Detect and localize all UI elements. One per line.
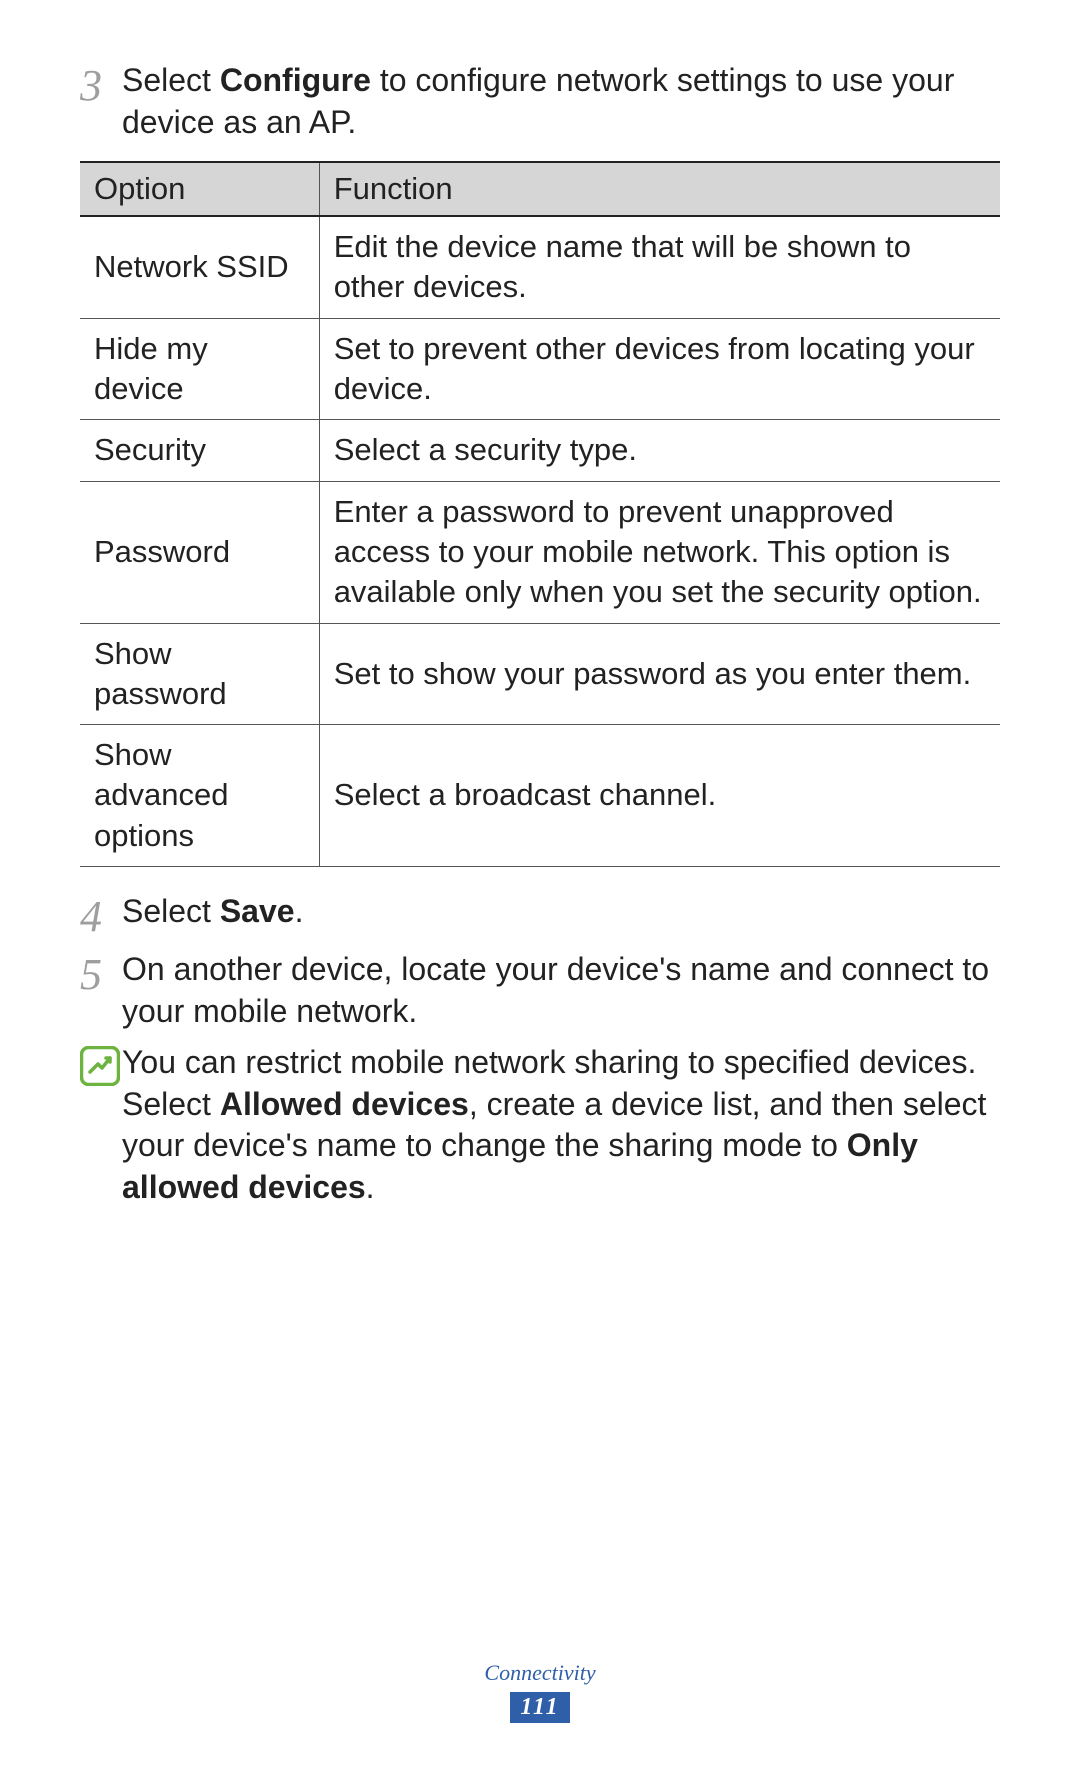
step-text: On another device, locate your device's … <box>122 949 1000 1032</box>
footer-page-number: 111 <box>510 1692 569 1723</box>
step-text: Select Save. <box>122 891 1000 933</box>
note-icon <box>80 1046 122 1091</box>
text-fragment: . <box>295 893 304 929</box>
cell-function: Edit the device name that will be shown … <box>319 216 1000 318</box>
step-3: 3 Select Configure to configure network … <box>80 60 1000 143</box>
cell-option: Password <box>80 481 319 623</box>
options-table: Option Function Network SSID Edit the de… <box>80 161 1000 867</box>
table-row: Network SSID Edit the device name that w… <box>80 216 1000 318</box>
text-fragment: Select <box>122 62 220 98</box>
cell-option: Hide my device <box>80 318 319 420</box>
bold-save: Save <box>220 893 295 929</box>
table-row: Show password Set to show your password … <box>80 623 1000 725</box>
cell-function: Enter a password to prevent unapproved a… <box>319 481 1000 623</box>
step-5: 5 On another device, locate your device'… <box>80 949 1000 1032</box>
step-number: 5 <box>80 953 122 997</box>
header-function: Function <box>319 162 1000 216</box>
text-fragment: . <box>366 1169 375 1205</box>
cell-option: Network SSID <box>80 216 319 318</box>
table-header-row: Option Function <box>80 162 1000 216</box>
text-fragment: Select <box>122 893 220 929</box>
cell-function: Select a security type. <box>319 420 1000 481</box>
cell-option: Security <box>80 420 319 481</box>
cell-function: Select a broadcast channel. <box>319 725 1000 867</box>
step-4: 4 Select Save. <box>80 891 1000 939</box>
bold-configure: Configure <box>220 62 371 98</box>
step-number: 3 <box>80 64 122 108</box>
table-row: Security Select a security type. <box>80 420 1000 481</box>
cell-function: Set to prevent other devices from locati… <box>319 318 1000 420</box>
header-option: Option <box>80 162 319 216</box>
cell-option: Show advanced options <box>80 725 319 867</box>
note-text: You can restrict mobile network sharing … <box>122 1042 1000 1208</box>
manual-page: 3 Select Configure to configure network … <box>0 0 1080 1771</box>
note-block: You can restrict mobile network sharing … <box>80 1042 1000 1208</box>
cell-function: Set to show your password as you enter t… <box>319 623 1000 725</box>
step-number: 4 <box>80 895 122 939</box>
table-row: Show advanced options Select a broadcast… <box>80 725 1000 867</box>
table-row: Hide my device Set to prevent other devi… <box>80 318 1000 420</box>
footer-section-label: Connectivity <box>0 1660 1080 1686</box>
cell-option: Show password <box>80 623 319 725</box>
page-footer: Connectivity 111 <box>0 1660 1080 1723</box>
step-text: Select Configure to configure network se… <box>122 60 1000 143</box>
bold-allowed-devices: Allowed devices <box>220 1086 469 1122</box>
table-row: Password Enter a password to prevent una… <box>80 481 1000 623</box>
